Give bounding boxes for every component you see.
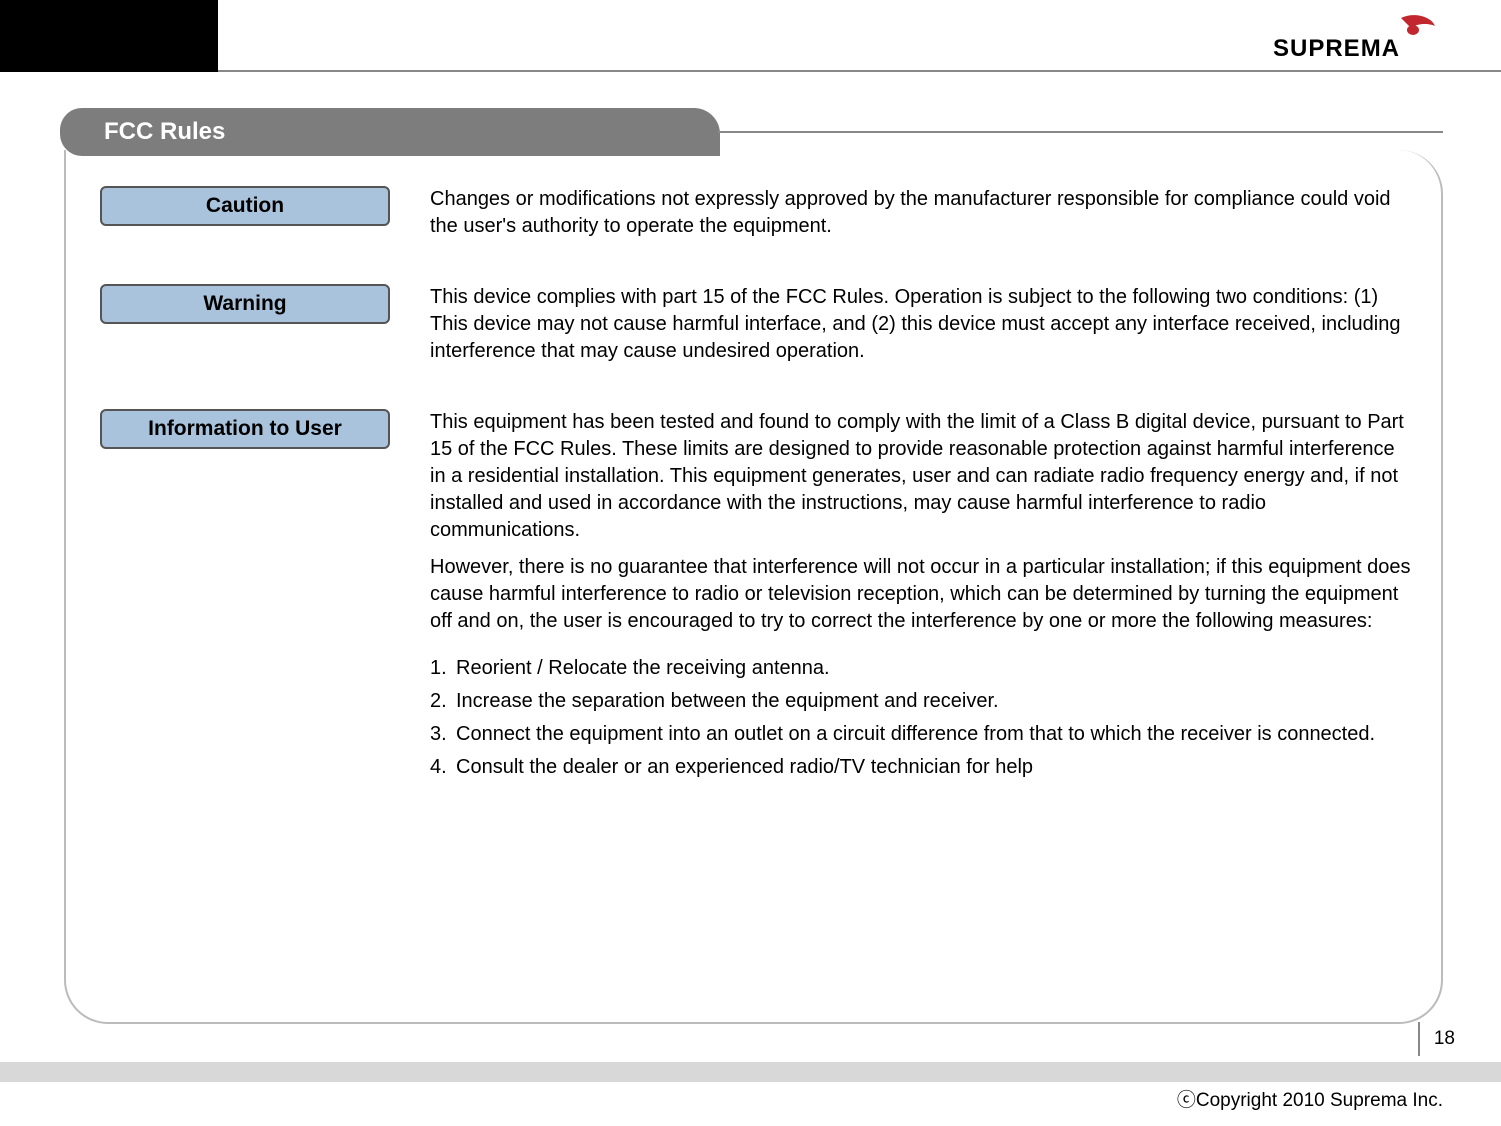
measure-3-text: Connect the equipment into an outlet on … [456,721,1411,748]
info-body: This equipment has been tested and found… [430,409,1411,787]
page-number: 18 [1418,1022,1455,1056]
caution-label-box: Caution [100,186,390,226]
measures-list: 1.Reorient / Relocate the receiving ante… [430,655,1411,781]
copyright-text: ⓒCopyright 2010 Suprema Inc. [1177,1085,1443,1112]
measure-2-text: Increase the separation between the equi… [456,688,1411,715]
measure-4-num: 4. [430,754,456,781]
warning-label-box: Warning [100,284,390,324]
measure-1-num: 1. [430,655,456,682]
suprema-logo-icon: SUPREMA [1273,14,1443,62]
title-row: FCC Rules [60,108,1443,156]
caution-body: Changes or modifications not expressly a… [430,186,1411,250]
measure-1: 1.Reorient / Relocate the receiving ante… [430,655,1411,682]
info-label: Information to User [148,417,342,440]
measure-2: 2.Increase the separation between the eq… [430,688,1411,715]
footer-bar [0,1062,1501,1082]
section-info: Information to User This equipment has b… [100,409,1411,787]
info-p1: This equipment has been tested and found… [430,409,1411,544]
brand-wordmark: SUPREMA [1273,35,1400,62]
info-p2: However, there is no guarantee that inte… [430,554,1411,635]
brand-logo: SUPREMA [1273,14,1443,62]
section-title-text: FCC Rules [104,118,225,145]
section-warning: Warning This device complies with part 1… [100,284,1411,375]
measure-3-num: 3. [430,721,456,748]
warning-label: Warning [203,292,286,315]
page-number-text: 18 [1434,1028,1455,1050]
measure-4: 4.Consult the dealer or an experienced r… [430,754,1411,781]
measure-2-num: 2. [430,688,456,715]
info-label-box: Information to User [100,409,390,449]
section-title-pill: FCC Rules [60,108,720,156]
measure-1-text: Reorient / Relocate the receiving antenn… [456,655,1411,682]
title-tail-line [718,131,1443,133]
content-area: Caution Changes or modifications not exp… [100,186,1411,821]
section-caution: Caution Changes or modifications not exp… [100,186,1411,250]
caution-label: Caution [206,194,284,217]
caution-text: Changes or modifications not expressly a… [430,186,1411,240]
warning-body: This device complies with part 15 of the… [430,284,1411,375]
warning-text: This device complies with part 15 of the… [430,284,1411,365]
header-band: SUPREMA [0,0,1501,72]
header-black-block [0,0,218,72]
measure-3: 3.Connect the equipment into an outlet o… [430,721,1411,748]
measure-4-text: Consult the dealer or an experienced rad… [456,754,1411,781]
